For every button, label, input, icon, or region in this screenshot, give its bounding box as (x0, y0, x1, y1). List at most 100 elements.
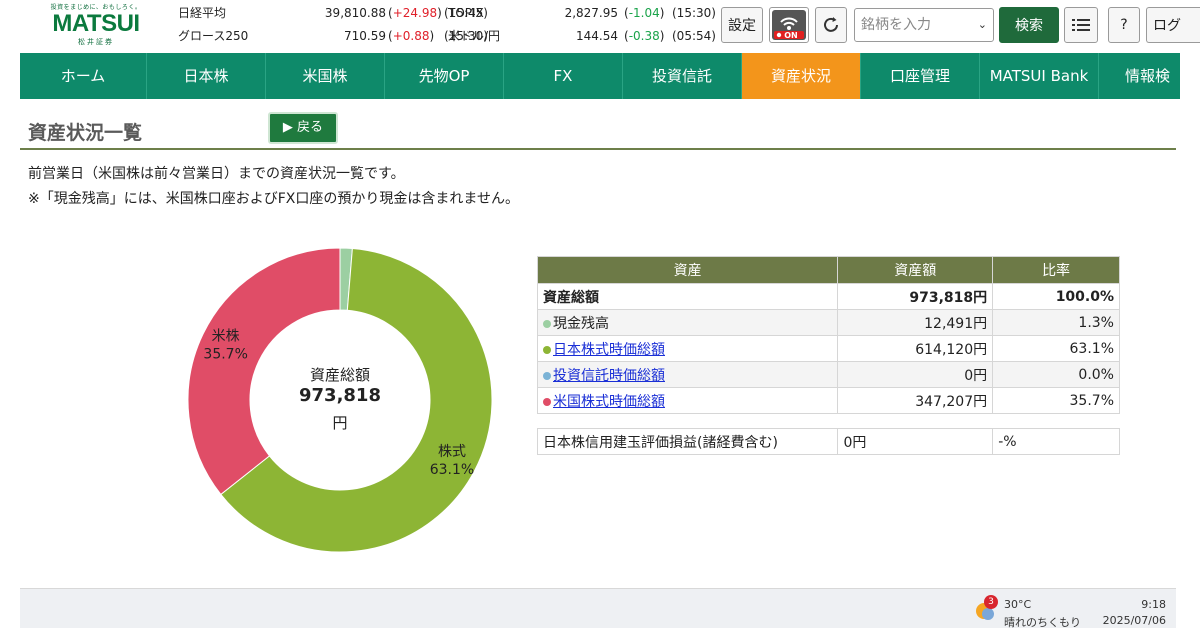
quote-nikkei: 日経平均 39,810.88 (+24.98) (15:45) (178, 4, 488, 22)
chart-center-title: 資産総額 (309, 366, 370, 384)
total-label: 資産総額 (536, 283, 839, 310)
total-amount: 973,818円 (837, 283, 994, 310)
asset-table: 資産 資産額 比率 資産総額 973,818円 100.0% 現金残高 12,4… (536, 256, 1120, 414)
row-ratio: 63.1% (992, 335, 1120, 362)
us-stocks-link[interactable]: 米国株式時価総額 (553, 394, 665, 410)
logo-subtitle: 松井証券 (78, 38, 114, 46)
margin-label: 日本株信用建玉評価損益(諸経費含む) (536, 428, 839, 455)
quote-change-wrap: (+0.88) (388, 29, 435, 43)
search-button[interactable]: 検索 (999, 7, 1059, 43)
legend-dot-jp-stocks (543, 345, 551, 354)
quote-value: 144.54 (576, 29, 618, 43)
nav-item-matsui-bank[interactable]: MATSUI Bank (980, 53, 1099, 99)
col-header-asset: 資産 (536, 256, 839, 284)
funds-link[interactable]: 投資信託時価総額 (553, 368, 665, 384)
table-row: 米国株式時価総額 347,207円 35.7% (536, 387, 1120, 414)
main-nav: ホーム 日本株 米国株 先物OP FX 投資信託 資産状況 口座管理 MATSU… (20, 53, 1180, 99)
menu-list-button[interactable] (1064, 7, 1098, 43)
search-placeholder: 銘柄を入力 (861, 17, 931, 33)
row-amount: 12,491円 (837, 309, 994, 336)
nav-item-mutual-funds[interactable]: 投資信託 (623, 53, 742, 99)
row-label-cell: 米国株式時価総額 (536, 387, 839, 414)
row-ratio: 35.7% (992, 387, 1120, 414)
table-row: 投資信託時価総額 0円 0.0% (536, 361, 1120, 388)
row-label-cell: 投資信託時価総額 (536, 361, 839, 388)
quote-time: (05:54) (672, 29, 716, 43)
chevron-down-icon[interactable]: ⌄ (978, 9, 987, 41)
slice-pct-1: 63.1% (430, 462, 474, 478)
margin-ratio: -% (992, 428, 1120, 455)
row-ratio: 0.0% (992, 361, 1120, 388)
quote-name: 米ドル/円 (448, 29, 501, 43)
col-header-amount: 資産額 (837, 256, 994, 284)
row-label: 現金残高 (553, 315, 609, 332)
quote-change: -1.04 (628, 6, 660, 20)
quote-name: グロース250 (178, 29, 249, 43)
row-amount: 614,120円 (837, 335, 994, 362)
title-divider (20, 148, 1176, 150)
row-amount: 347,207円 (837, 387, 994, 414)
quote-topix: TOPIX 2,827.95 (-1.04) (15:30) (448, 4, 718, 22)
quote-name: TOPIX (448, 6, 484, 20)
asset-donut-chart: 株式 63.1% 米株 35.7% 資産総額 973,818 円 (180, 240, 500, 560)
table-row: 日本株信用建玉評価損益(諸経費含む) 0円 -% (536, 428, 1120, 455)
nav-item-account[interactable]: 口座管理 (861, 53, 980, 99)
quote-name: 日経平均 (178, 6, 227, 20)
margin-amount: 0円 (837, 428, 994, 455)
settings-button[interactable]: 設定 (721, 7, 763, 43)
table-row: 現金残高 12,491円 1.3% (536, 309, 1120, 336)
slice-label-3: 米株 (212, 329, 240, 345)
table-row: 日本株式時価総額 614,120円 63.1% (536, 335, 1120, 362)
back-button[interactable]: ▶ 戻る (268, 112, 338, 144)
slice-label-1: 株式 (438, 444, 466, 460)
on-label: ON (784, 31, 798, 40)
quote-change-wrap: (-0.38) (624, 29, 665, 43)
row-label-cell: 現金残高 (536, 309, 839, 336)
legend-dot-funds (543, 371, 551, 380)
nav-item-info-search[interactable]: 情報検 (1099, 53, 1180, 99)
nav-item-futures-options[interactable]: 先物OP (385, 53, 504, 99)
quote-time: (15:30) (672, 6, 716, 20)
search-input[interactable]: 銘柄を入力 ⌄ (854, 8, 994, 42)
chart-center-unit: 円 (332, 414, 348, 432)
row-ratio: 1.3% (992, 309, 1120, 336)
list-icon (1072, 19, 1090, 31)
page-title: 資産状況一覧 (28, 122, 143, 144)
nav-item-japan-stocks[interactable]: 日本株 (147, 53, 266, 99)
legend-dot-us-stocks (543, 397, 551, 406)
refresh-button[interactable] (815, 7, 847, 43)
slice-pct-3: 35.7% (203, 347, 247, 363)
top-bar: 投資をまじめに、おもしろく。 MATSUI 松井証券 日経平均 39,810.8… (0, 0, 1200, 53)
quote-value: 39,810.88 (324, 6, 386, 20)
quote-change: -0.38 (628, 29, 660, 43)
col-header-ratio: 比率 (992, 256, 1120, 284)
quote-change: +24.98 (392, 6, 438, 20)
total-ratio: 100.0% (992, 283, 1120, 310)
nav-item-us-stocks[interactable]: 米国株 (266, 53, 385, 99)
nav-item-fx[interactable]: FX (504, 53, 623, 99)
row-label-cell: 日本株式時価総額 (536, 335, 839, 362)
nav-item-asset-status[interactable]: 資産状況 (742, 53, 861, 99)
signal-icon: ON (772, 10, 806, 40)
refresh-icon (824, 17, 838, 32)
quote-change-wrap: (-1.04) (624, 6, 665, 20)
weather-temp: 30°C (1004, 598, 1032, 611)
quote-change: +0.88 (392, 29, 430, 43)
jp-stocks-link[interactable]: 日本株式時価総額 (553, 342, 665, 358)
description-note: ※「現金残高」には、米国株口座およびFX口座の預かり現金は含まれません。 (28, 191, 519, 207)
margin-pl-table: 日本株信用建玉評価損益(諸経費含む) 0円 -% (536, 428, 1120, 455)
clock-time: 9:18 (1141, 598, 1166, 611)
table-row-total: 資産総額 973,818円 100.0% (536, 283, 1120, 310)
clock-date: 2025/07/06 (1102, 614, 1166, 627)
notification-badge: 3 (984, 595, 998, 609)
logo-brand: MATSUI (52, 10, 140, 37)
login-button[interactable]: ログ (1146, 7, 1200, 43)
help-button[interactable]: ? (1108, 7, 1140, 43)
quote-value: 710.59 (344, 29, 386, 43)
nav-item-home[interactable]: ホーム (20, 53, 147, 99)
quote-growth250: グロース250 710.59 (+0.88) (15:30) (178, 27, 488, 45)
realtime-on-button[interactable]: ON (769, 7, 809, 43)
matsui-logo[interactable]: 投資をまじめに、おもしろく。 MATSUI 松井証券 (46, 2, 146, 48)
table-header-row: 資産 資産額 比率 (536, 256, 1120, 284)
quote-change-wrap: (+24.98) (388, 6, 442, 20)
